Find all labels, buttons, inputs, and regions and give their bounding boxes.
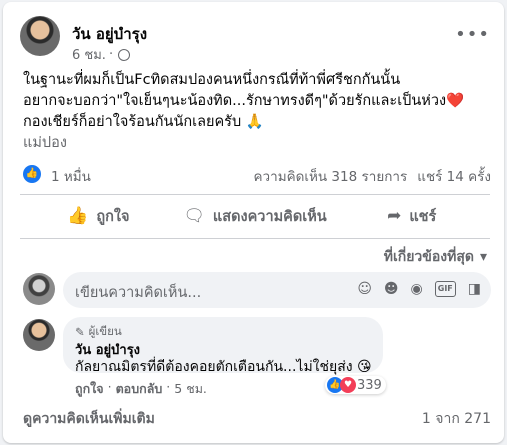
comment-actions: ถูกใจ · ตอบกลับ · 5 ชม. <box>75 379 207 399</box>
comment-like-link[interactable]: ถูกใจ <box>75 379 104 399</box>
comment-composer[interactable]: เขียนความคิดเห็น... ☺ ☻ ◉ GIF ◨ <box>63 272 491 308</box>
author-name[interactable]: วัน อยู่บำรุง <box>72 22 147 46</box>
post-header: วัน อยู่บำรุง 6 ชม. · ••• <box>20 14 490 63</box>
globe-icon[interactable] <box>118 48 131 61</box>
gif-icon[interactable]: GIF <box>434 281 456 297</box>
camera-icon[interactable]: ◉ <box>411 281 423 297</box>
post-stats: 👍 1 หมื่น ความคิดเห็น 318 รายการ แชร์ 14… <box>23 164 491 187</box>
commenter-avatar[interactable] <box>23 319 55 351</box>
author-badge-icon: ✎ <box>75 325 85 339</box>
post-actions: 👍 ถูกใจ 🗨 แสดงความคิดเห็น ➦ แชร์ <box>20 200 490 232</box>
share-count[interactable]: แชร์ 14 ครั้ง <box>417 165 491 187</box>
comment-count[interactable]: ความคิดเห็น 318 รายการ <box>254 165 408 187</box>
love-reaction-icon: ♥ <box>340 377 356 393</box>
comment-pager: 1 จาก 271 <box>421 411 491 427</box>
comment-reaction-count: 339 <box>357 377 382 393</box>
comment-time[interactable]: 5 ชม. <box>174 379 207 399</box>
like-button[interactable]: 👍 ถูกใจ <box>20 200 177 232</box>
comments-footer: ดูความคิดเห็นเพิ่มเติม 1 จาก 271 <box>23 408 491 430</box>
sticker-icon[interactable]: ◨ <box>468 281 481 297</box>
post-card: วัน อยู่บำรุง 6 ชม. · ••• ในฐานะที่ผมก็เ… <box>3 2 504 443</box>
comment-bubble: ✎ ผู้เขียน วัน อยู่บำรุง กัลยาณมิตรที่ดี… <box>63 317 383 375</box>
post-text-line: อยากจะบอกว่า"ใจเย็นๆนะน้องทิด...รักษาทรง… <box>23 93 465 109</box>
share-button[interactable]: ➦ แชร์ <box>333 200 490 232</box>
composer-tools: ☺ ☻ ◉ GIF ◨ <box>357 281 481 297</box>
like-reaction-icon[interactable]: 👍 <box>23 165 41 183</box>
comment-button[interactable]: 🗨 แสดงความคิดเห็น <box>177 200 334 232</box>
comment-reply-link[interactable]: ตอบกลับ <box>116 379 163 399</box>
comment-reactions[interactable]: 👍 ♥ 339 <box>325 376 386 394</box>
caret-down-icon: ▾ <box>479 249 487 265</box>
divider <box>20 238 490 239</box>
post-text: ในฐานะที่ผมก็เป็นFcทิดสมปองคนหนึ่งกรณีที… <box>23 70 493 154</box>
post-text-line: ในฐานะที่ผมก็เป็นFcทิดสมปองคนหนึ่งกรณีที… <box>23 72 401 88</box>
more-options-icon[interactable]: ••• <box>455 24 490 45</box>
emoji-icon[interactable]: ☻ <box>384 281 399 297</box>
viewer-avatar[interactable] <box>23 273 55 305</box>
avatar-sticker-icon[interactable]: ☺ <box>357 281 372 297</box>
post-text-line: กองเชียร์ก็อย่าใจร้อนกันนักเลยครับ 🙏 <box>23 114 264 130</box>
comment-icon: 🗨 <box>183 206 205 226</box>
share-icon: ➦ <box>387 206 402 226</box>
post-time[interactable]: 6 ชม. <box>72 44 106 65</box>
reaction-count[interactable]: 1 หมื่น <box>51 165 91 187</box>
view-more-comments-link[interactable]: ดูความคิดเห็นเพิ่มเติม <box>23 411 155 427</box>
thumbs-up-icon: 👍 <box>67 206 89 226</box>
author-avatar[interactable] <box>20 16 60 56</box>
divider <box>20 194 490 195</box>
comment-sort-dropdown[interactable]: ที่เกี่ยวข้องที่สุด ▾ <box>384 246 487 268</box>
post-meta: 6 ชม. · <box>72 44 131 65</box>
comment-input-placeholder[interactable]: เขียนความคิดเห็น... <box>75 281 201 304</box>
see-more-link[interactable]: แม่ปอง <box>23 133 493 154</box>
comment-text: กัลยาณมิตรที่ดีต้องคอยตักเตือนกัน...ไม่ใ… <box>75 359 372 375</box>
